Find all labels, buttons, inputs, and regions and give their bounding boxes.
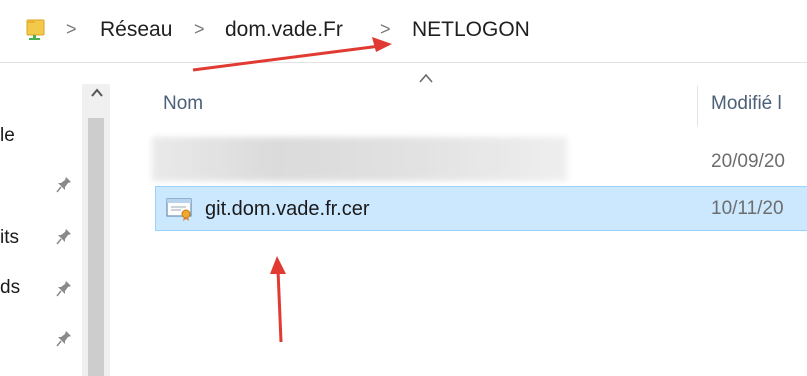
breadcrumb-separator-icon[interactable]: > (380, 19, 391, 40)
nav-scrollbar-thumb[interactable] (88, 118, 104, 376)
file-row-modified-date: 10/11/20 (711, 198, 784, 219)
scroll-up-arrow-icon[interactable] (90, 86, 104, 98)
nav-item[interactable]: ds (0, 277, 20, 299)
network-folder-icon (26, 19, 45, 40)
nav-item[interactable]: its (0, 227, 19, 249)
pin-icon[interactable] (56, 330, 72, 348)
column-divider[interactable] (697, 86, 698, 126)
breadcrumb-separator-icon[interactable]: > (194, 19, 205, 40)
breadcrumb-item-netlogon[interactable]: NETLOGON (412, 18, 530, 42)
column-header-modified[interactable]: Modifié l (711, 93, 782, 115)
pin-icon[interactable] (56, 228, 72, 246)
breadcrumb-item-reseau[interactable]: Réseau (100, 18, 172, 42)
breadcrumb-separator-icon[interactable]: > (66, 19, 77, 40)
nav-item[interactable]: le (0, 125, 15, 147)
file-row-modified-date: 20/09/20 (711, 151, 785, 172)
file-row-blurred[interactable] (152, 137, 567, 181)
pin-icon[interactable] (56, 280, 72, 298)
annotation-arrow-to-file (270, 256, 286, 343)
breadcrumb-item-dom-vade-fr[interactable]: dom.vade.Fr (225, 18, 343, 42)
certificate-icon (166, 198, 192, 221)
pin-icon[interactable] (56, 176, 72, 194)
column-header-name[interactable]: Nom (163, 93, 203, 115)
address-bar[interactable]: > Réseau > dom.vade.Fr > NETLOGON (0, 0, 807, 63)
file-name[interactable]: git.dom.vade.fr.cer (205, 198, 370, 221)
sort-ascending-icon (419, 73, 433, 83)
